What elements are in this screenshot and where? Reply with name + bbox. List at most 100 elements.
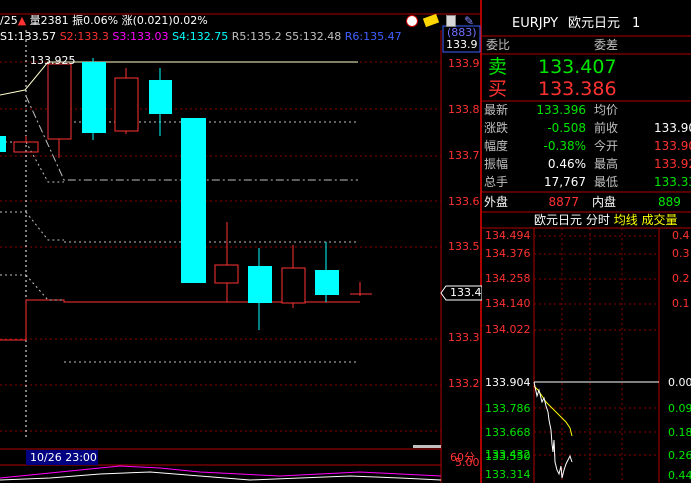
inner-value: 889: [658, 195, 681, 209]
stat-label: 总手: [484, 175, 509, 189]
y-tick: 133.6: [448, 195, 480, 208]
mini-y-right-tick: 0.2: [672, 272, 690, 285]
lower-y-tick: 5.00: [455, 456, 480, 469]
tab-average[interactable]: 均线: [614, 213, 638, 227]
indicator-line: [0, 465, 442, 479]
pivot-s1: S1:133.57: [0, 30, 57, 43]
stat-value: 133.396: [536, 103, 586, 117]
y-tick: 133.5: [448, 240, 480, 253]
sell-label: 卖: [488, 56, 508, 78]
right-top-price: 133.9: [446, 38, 478, 51]
pivot-levels: S1:133.57 S2:133.3 S3:133.03 S4:132.75 R…: [0, 30, 402, 44]
tab-volume[interactable]: 成交量: [642, 213, 678, 227]
alarm-clock-icon[interactable]: [406, 15, 418, 27]
mini-y-right-tick: 0.26: [668, 449, 691, 462]
pivot-r6: R6:135.47: [344, 30, 402, 43]
symbol-code: EURJPY: [512, 16, 559, 31]
candle: [181, 118, 206, 283]
mini-chart-tabs: 欧元日元 分时 均线 成交量: [534, 213, 678, 228]
stat-label: 振幅: [484, 157, 509, 171]
candles: [0, 58, 372, 330]
scroll-marker: [413, 445, 441, 448]
stat-label: 最高: [594, 157, 619, 171]
pivot-s2: S2:133.3: [59, 30, 109, 43]
y-tick: 133.8: [448, 103, 480, 116]
sell-price[interactable]: 133.407: [538, 56, 617, 78]
outer-value: 8877: [548, 195, 579, 209]
buy-label: 买: [488, 78, 508, 100]
stat-label: 均价: [594, 103, 619, 117]
stat-value: 133.33: [654, 175, 691, 189]
symbol-num: 1: [632, 16, 641, 31]
mini-price-line: [533, 381, 573, 479]
mini-y-tick: 134.022: [485, 323, 531, 336]
high-price-label: 133.925: [30, 54, 76, 67]
candle: [114, 77, 139, 132]
top-prefix: /25: [0, 14, 18, 27]
mini-y-tick: 134.494: [485, 229, 531, 242]
y-tick: 133.9: [448, 57, 480, 70]
stat-label: 前收: [594, 121, 619, 135]
candle: [214, 264, 239, 284]
candle: [248, 266, 272, 303]
buy-price[interactable]: 133.386: [538, 78, 617, 100]
tab-time-share[interactable]: 分时: [586, 213, 610, 227]
stat-value: 0.46%: [547, 157, 586, 171]
support-line-red: [0, 299, 360, 341]
y-tick: 133.7: [448, 149, 480, 162]
outer-label: 外盘: [484, 195, 509, 209]
top-info-bar: /25▲ 量2381 振0.06% 涨(0.021)0.02%: [0, 14, 208, 28]
mini-y-tick: 133.314: [485, 468, 531, 481]
chart-canvas: [0, 0, 482, 483]
mini-chart-name: 欧元日元: [534, 213, 583, 227]
symbol-name: 欧元日元: [568, 16, 621, 31]
y-tick: 133.2: [448, 377, 480, 390]
order-diff-label: 委差: [594, 38, 619, 52]
candle: [47, 63, 72, 140]
mini-y-right-tick: 0.00: [668, 376, 691, 389]
amplitude-label: 振0.06%: [72, 14, 119, 27]
stat-label: 涨跌: [484, 121, 509, 135]
volume-label: 量2381: [29, 14, 69, 27]
pivot-s5: S5:132.48: [285, 30, 342, 43]
stat-value: -0.508: [547, 121, 586, 135]
mini-gridlines: [534, 228, 659, 483]
stat-label: 最新: [484, 103, 509, 117]
pivot-r5: R5:135.2: [231, 30, 282, 43]
mini-y-tick: 134.258: [485, 272, 531, 285]
order-ratio-label: 委比: [486, 38, 511, 52]
candle: [149, 80, 172, 114]
candlestick-chart[interactable]: /25▲ 量2381 振0.06% 涨(0.021)0.02% ✎ S1:133…: [0, 0, 482, 483]
stat-value: 133.90: [654, 139, 691, 153]
mini-y-right-tick: 0.44: [668, 469, 691, 482]
current-price-tag: 133.4: [450, 286, 482, 299]
mini-y-right-tick: 0.4: [672, 229, 690, 242]
candle: [82, 62, 106, 133]
mini-y-tick: 133.432: [485, 448, 531, 461]
candle: [0, 136, 6, 152]
y-tick: 133.3: [448, 331, 480, 344]
change-label: 涨(0.021)0.02%: [121, 14, 208, 27]
inner-label: 内盘: [592, 195, 617, 209]
stat-value: 133.90: [654, 121, 691, 135]
up-triangle-icon: ▲: [17, 14, 27, 27]
stat-value: 17,767: [544, 175, 586, 189]
stat-label: 最低: [594, 175, 619, 189]
date-label: 10/26 23:00: [30, 451, 97, 464]
pivot-s4: S4:132.75: [172, 30, 229, 43]
pivot-s3: S3:133.03: [112, 30, 169, 43]
mini-y-tick: 134.376: [485, 247, 531, 260]
candle: [315, 270, 339, 295]
mini-y-tick: 133.786: [485, 402, 531, 415]
mini-y-tick: 134.140: [485, 297, 531, 310]
mini-y-right-tick: 0.3: [672, 247, 690, 260]
ticket-icon[interactable]: [422, 13, 440, 28]
mini-y-right-tick: 0.18: [668, 426, 691, 439]
stat-value: -0.38%: [543, 139, 586, 153]
mini-y-tick: 133.904: [485, 376, 531, 389]
stat-label: 幅度: [484, 139, 509, 153]
mini-y-right-tick: 0.09: [668, 402, 691, 415]
quote-panel: EURJPY 欧元日元 1 委比 委差 卖 133.407 买 133.386 …: [482, 0, 691, 483]
mini-y-right-tick: 0.1: [672, 297, 690, 310]
candle: [281, 267, 306, 304]
